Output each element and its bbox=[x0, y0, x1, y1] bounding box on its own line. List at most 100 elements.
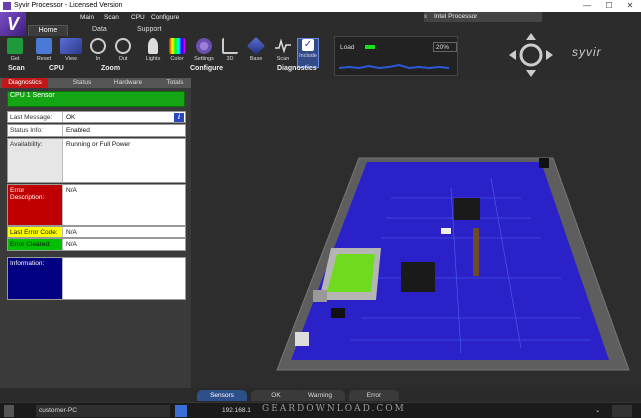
field-error-description: Error Description: N/A bbox=[7, 184, 186, 226]
document-tab-close-icon[interactable]: x bbox=[424, 12, 432, 22]
zoom-in-icon bbox=[90, 38, 106, 54]
3d-button[interactable]: 3D bbox=[219, 38, 241, 68]
zoom-in-button[interactable]: In bbox=[87, 38, 109, 68]
tab-data[interactable]: Data bbox=[92, 26, 107, 33]
load-panel: Load 20% bbox=[334, 36, 458, 76]
close-button[interactable]: ✕ bbox=[621, 0, 639, 12]
group-configure-label: Configure bbox=[190, 65, 224, 72]
app-icon bbox=[3, 2, 11, 10]
document-tab-intel[interactable]: Intel Processor bbox=[424, 12, 542, 22]
taskbar-item-customer-pc[interactable]: customer-PC bbox=[36, 405, 170, 417]
corner-component bbox=[539, 158, 549, 168]
app-window: Syvir Processor - Licensed Version — ☐ ✕… bbox=[0, 0, 641, 418]
capacitor bbox=[313, 290, 327, 302]
field-label: Information: bbox=[8, 258, 63, 299]
tab-home[interactable]: Home bbox=[28, 25, 68, 36]
sensor-title: CPU 1 Sensor bbox=[7, 91, 185, 107]
ribbon: V Main Scan CPU Configure Home Data Supp… bbox=[0, 12, 641, 78]
chipset-south bbox=[401, 262, 435, 292]
field-label: Last Message: bbox=[8, 112, 63, 122]
menu-main[interactable]: Main bbox=[80, 14, 94, 21]
field-value: N/A bbox=[66, 187, 77, 194]
settings-button[interactable]: Settings bbox=[192, 38, 216, 68]
maximize-button[interactable]: ☐ bbox=[600, 0, 618, 12]
field-value: Enabled bbox=[66, 127, 90, 134]
taskbar-app-icon[interactable] bbox=[4, 405, 14, 417]
tab-ok[interactable]: OK bbox=[251, 390, 301, 401]
group-scan-label: Scan bbox=[8, 65, 25, 72]
tab-error[interactable]: Error bbox=[349, 390, 399, 401]
group-cpu-label: CPU bbox=[49, 65, 64, 72]
field-value: OK bbox=[66, 114, 76, 121]
field-label: Status Info: bbox=[8, 125, 63, 136]
field-error-cleared: Error Cleared: N/A bbox=[7, 238, 186, 251]
info-icon[interactable]: i bbox=[174, 113, 184, 122]
title-bar: Syvir Processor - Licensed Version — ☐ ✕ bbox=[0, 0, 641, 12]
load-graph bbox=[339, 63, 450, 70]
taskbar-tray-area[interactable] bbox=[612, 405, 632, 417]
axes-3d-icon bbox=[222, 38, 238, 54]
load-percent: 20% bbox=[433, 42, 457, 52]
field-value: N/A bbox=[66, 229, 77, 236]
document-tab-label: Intel Processor bbox=[434, 13, 478, 20]
checkmark-icon: ✓ bbox=[302, 39, 314, 51]
reset-icon bbox=[36, 38, 52, 54]
minimize-button[interactable]: — bbox=[578, 0, 596, 12]
include-button[interactable]: ✓ Include bbox=[297, 38, 319, 68]
gear-icon bbox=[196, 38, 212, 54]
chip-icon bbox=[60, 38, 82, 54]
lights-button[interactable]: Lights bbox=[142, 38, 164, 68]
tab-totals[interactable]: Totals bbox=[160, 78, 190, 88]
load-bar bbox=[365, 45, 375, 49]
field-value: N/A bbox=[66, 241, 77, 248]
taskbar-tray-icon[interactable]: ⌄ bbox=[595, 405, 607, 417]
taskbar-window-icon[interactable] bbox=[175, 405, 187, 417]
field-label: Last Error Code: bbox=[8, 227, 63, 237]
tab-hardware[interactable]: Hardware bbox=[105, 78, 151, 88]
field-availability: Availability: Running or Full Power bbox=[7, 138, 186, 183]
group-zoom-label: Zoom bbox=[101, 65, 121, 72]
tab-support[interactable]: Support bbox=[137, 26, 162, 33]
app-logo[interactable]: V bbox=[0, 12, 26, 36]
waveform-icon bbox=[275, 38, 291, 54]
field-last-error-code: Last Error Code: N/A bbox=[7, 226, 186, 238]
field-status-info: Status Info: Enabled bbox=[7, 124, 186, 137]
load-label: Load bbox=[340, 44, 355, 51]
tab-sensors[interactable]: Sensors bbox=[197, 390, 247, 401]
scan-button[interactable]: Scan bbox=[272, 38, 294, 68]
window-title: Syvir Processor - Licensed Version bbox=[14, 2, 123, 9]
watermark: GEARDOWNLOAD.COM bbox=[262, 404, 406, 414]
field-value: Running or Full Power bbox=[66, 141, 131, 148]
motherboard-3d-view bbox=[276, 157, 630, 371]
field-information: Information: bbox=[7, 257, 186, 300]
menu-cpu[interactable]: CPU bbox=[131, 14, 145, 21]
get-button[interactable]: Get bbox=[4, 38, 26, 68]
taskbar-item-ip[interactable]: 192.168.1 bbox=[222, 405, 256, 417]
menu-configure[interactable]: Configure bbox=[151, 14, 179, 21]
view-button[interactable]: View bbox=[58, 38, 84, 68]
tab-warning[interactable]: Warning bbox=[295, 390, 345, 401]
tab-diagnostics[interactable]: Diagnostics bbox=[2, 78, 48, 88]
field-value bbox=[64, 258, 68, 262]
3d-viewport[interactable] bbox=[191, 78, 641, 388]
tab-status[interactable]: Status bbox=[62, 78, 102, 88]
menu-scan[interactable]: Scan bbox=[104, 14, 119, 21]
connector bbox=[331, 308, 345, 318]
field-label: Availability: bbox=[8, 139, 63, 182]
diagnostics-panel: Diagnostics Status Hardware Totals CPU 1… bbox=[0, 78, 191, 388]
palette-icon bbox=[169, 38, 185, 54]
field-label: Error Cleared: bbox=[8, 239, 63, 250]
group-diagnostics-label: Diagnostics bbox=[277, 65, 317, 72]
base-button[interactable]: Base bbox=[245, 36, 267, 68]
status-tab-bar: Sensors OK Warning Error bbox=[191, 388, 641, 402]
board-base-icon bbox=[246, 36, 266, 56]
reset-button[interactable]: Reset bbox=[33, 38, 55, 68]
color-button[interactable]: Color bbox=[166, 38, 188, 68]
field-last-message: Last Message: OK i bbox=[7, 111, 186, 123]
navigation-pad[interactable] bbox=[508, 32, 554, 78]
field-label: Error Description: bbox=[8, 185, 63, 225]
lamp-icon bbox=[148, 38, 158, 54]
subtab-bar: Diagnostics Status Hardware Totals bbox=[0, 78, 191, 88]
zoom-out-button[interactable]: Out bbox=[112, 38, 134, 68]
get-icon bbox=[7, 38, 23, 54]
